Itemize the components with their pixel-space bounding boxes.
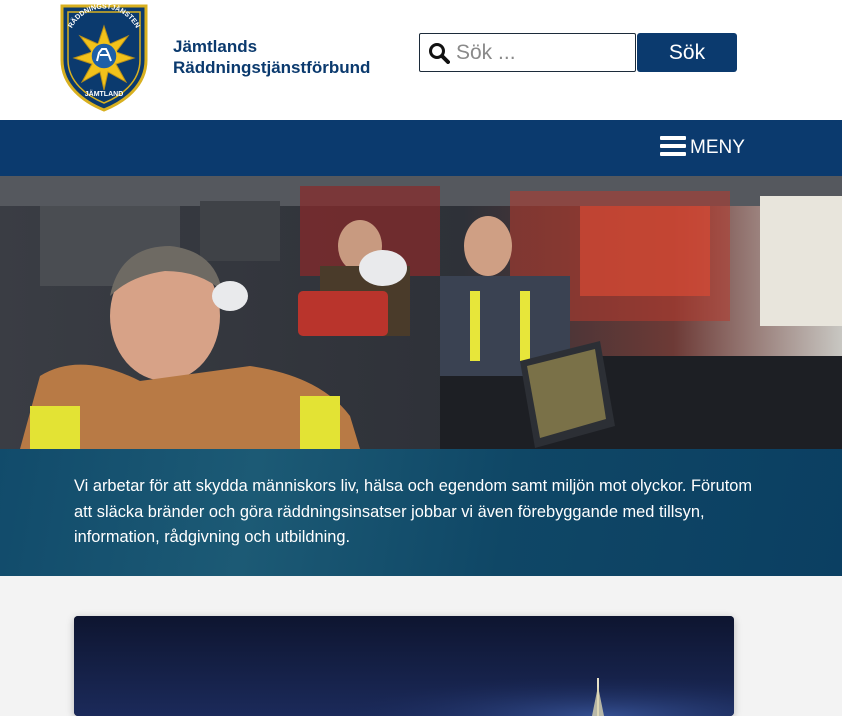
main-navbar: MENY xyxy=(0,120,842,176)
menu-button[interactable]: MENY xyxy=(660,134,745,162)
logo-emblem[interactable]: RÄDDNINGSTJÄNSTEN JÄMTLAND xyxy=(58,2,150,112)
hamburger-icon xyxy=(660,135,690,161)
site-title[interactable]: Jämtlands Räddningstjänstförbund xyxy=(173,36,370,78)
search-form xyxy=(419,33,636,72)
search-button[interactable]: Sök xyxy=(637,33,737,72)
seal-text-bottom: JÄMTLAND xyxy=(85,90,124,98)
firefighters-photo-illustration xyxy=(0,176,842,449)
site-title-line1: Jämtlands xyxy=(173,37,258,56)
intro-text: Vi arbetar för att skydda människors liv… xyxy=(74,477,753,546)
featured-card[interactable] xyxy=(74,616,734,716)
site-header: RÄDDNINGSTJÄNSTEN JÄMTLAND Jämtlands Räd… xyxy=(0,0,842,120)
emblem-icon: RÄDDNINGSTJÄNSTEN JÄMTLAND xyxy=(60,3,148,112)
intro-banner: Vi arbetar för att skydda människors liv… xyxy=(0,449,842,576)
site-title-line2: Räddningstjänstförbund xyxy=(173,58,371,77)
search-input[interactable] xyxy=(456,38,631,67)
menu-label: MENY xyxy=(690,137,745,158)
night-sky-tower-photo xyxy=(74,616,734,716)
hero-image xyxy=(0,176,842,449)
